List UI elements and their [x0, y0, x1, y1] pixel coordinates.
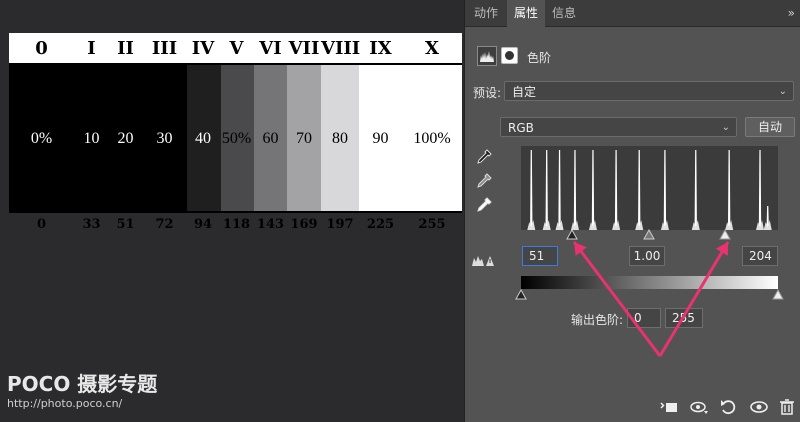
- panel-tab-bar: 动作 属性 信息 »: [465, 0, 800, 27]
- zone-percent-label: 60: [262, 130, 279, 147]
- auto-button[interactable]: 自动: [745, 117, 795, 137]
- black-point-eyedropper-icon[interactable]: [475, 148, 493, 166]
- preset-value: 自定: [512, 85, 537, 99]
- preset-label: 预设:: [473, 86, 502, 100]
- reset-icon[interactable]: [718, 396, 740, 418]
- zone-roman-label: I: [87, 38, 96, 59]
- preset-dropdown[interactable]: 自定 ⌄: [504, 81, 794, 101]
- input-white-field[interactable]: 204: [742, 246, 778, 266]
- zone-value-label: 143: [256, 217, 285, 232]
- zone-value-label: 72: [155, 217, 174, 232]
- zone-system-chart: 0 0% 0 I 10 33 II 20 51 III 30 72 IV 40 94 V 50% 118 VI 60 1…: [9, 33, 462, 232]
- output-black-handle[interactable]: [515, 289, 527, 300]
- zone-roman-label: IV: [191, 38, 215, 59]
- zone-percent-label: 20: [117, 130, 134, 147]
- zone-percent-label: 10: [83, 130, 100, 147]
- mask-icon[interactable]: [501, 47, 518, 64]
- zone-value-label: 51: [116, 217, 135, 232]
- zone-roman-label: 0: [35, 38, 48, 59]
- collapse-panel-icon[interactable]: »: [788, 0, 795, 26]
- zone-percent-label: 40: [195, 130, 211, 147]
- watermark: POCO 摄影专题 http://photo.poco.cn/: [7, 368, 157, 410]
- divider: [9, 211, 462, 213]
- tab-info[interactable]: 信息: [545, 0, 583, 26]
- watermark-url: http://photo.poco.cn/: [7, 397, 123, 410]
- delete-icon[interactable]: [776, 396, 798, 418]
- zone-roman-label: VIII: [321, 38, 361, 59]
- divider: [9, 63, 462, 65]
- view-previous-state-icon[interactable]: [688, 396, 710, 418]
- annotation-arrow-line: [572, 241, 662, 357]
- clip-to-layer-icon[interactable]: [658, 396, 680, 418]
- zone-roman-label: V: [229, 38, 244, 59]
- watermark-brand: POCO 摄影专题: [7, 372, 158, 396]
- adjustment-title: 色阶: [527, 51, 552, 65]
- zone-value-label: 255: [418, 217, 446, 232]
- toggle-visibility-icon[interactable]: [748, 396, 770, 418]
- zone-percent-label: 50%: [221, 130, 252, 147]
- zone-value-label: 94: [193, 217, 213, 232]
- zone-roman-label: X: [425, 38, 439, 59]
- zone-percent-label: 30: [156, 130, 173, 147]
- tab-actions[interactable]: 动作: [465, 0, 507, 26]
- zone-value-label: 225: [366, 217, 395, 232]
- zone-percent-label: 80: [332, 130, 348, 147]
- zone-roman-label: VI: [259, 38, 282, 59]
- chevron-down-icon: ⌄: [778, 86, 787, 97]
- levels-icon[interactable]: [477, 46, 497, 66]
- zone-roman-label: IX: [369, 38, 392, 59]
- zone-percent-label: 100%: [413, 130, 451, 147]
- zone-value-label: 33: [82, 217, 101, 232]
- zone-value-label: 169: [290, 217, 318, 232]
- zone-value-label: 0: [36, 217, 47, 232]
- chevron-down-icon: ⌄: [721, 122, 730, 133]
- zone-roman-label: III: [151, 38, 178, 59]
- output-white-handle[interactable]: [772, 289, 784, 300]
- zone-percent-label: 70: [296, 130, 312, 147]
- annotation-arrows: [572, 241, 730, 357]
- zone-percent-label: 90: [372, 130, 389, 147]
- panel-bottom-bar: [464, 392, 800, 422]
- tab-properties[interactable]: 属性: [507, 0, 545, 27]
- gray-point-eyedropper-icon[interactable]: [475, 172, 493, 190]
- zone-roman-label: VII: [288, 38, 320, 59]
- channel-dropdown[interactable]: RGB ⌄: [500, 117, 737, 137]
- zone-roman-label: II: [117, 38, 134, 59]
- zone-value-label: 197: [326, 217, 354, 232]
- annotation-arrow-line: [658, 241, 730, 357]
- annotation-arrow-head: [574, 242, 587, 256]
- zone-percent-label: 0%: [30, 130, 53, 147]
- input-black-field[interactable]: 51: [522, 246, 558, 266]
- white-point-eyedropper-icon[interactable]: [475, 196, 493, 214]
- zone-value-label: 118: [222, 217, 251, 232]
- histogram: [521, 146, 778, 230]
- channel-value: RGB: [508, 121, 534, 135]
- clipping-warning-icon[interactable]: [471, 253, 495, 267]
